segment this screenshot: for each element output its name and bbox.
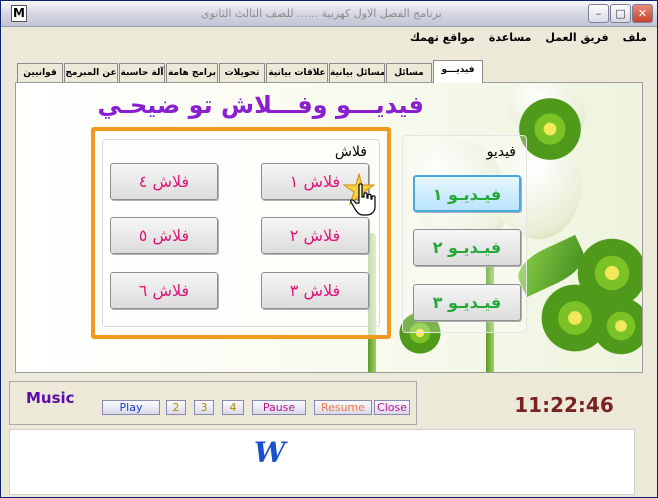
play-button[interactable]: Play (102, 400, 160, 415)
video-group-label: فيديو (486, 144, 516, 160)
music-label: Music (26, 389, 75, 407)
menu-file[interactable]: ملف (621, 29, 649, 47)
logo-w: W (254, 436, 286, 469)
tab-conversions[interactable]: تحويلات (219, 63, 265, 82)
maximize-button[interactable]: □ (610, 4, 631, 23)
flash-2-button[interactable]: فلاش ٢ (261, 217, 369, 254)
menu-bar: ملف فريق العمل مساعدة مواقع تهمك (5, 29, 655, 47)
tab-content-video: فيديـــو وفـــلاش تو ضيحـي فلاش فلاش ١ ف… (15, 82, 643, 373)
video-group: فيديو فيـديـو ١ فيـديـو ٢ فيـديـو ٣ (402, 135, 527, 333)
bottom-strip: W (9, 429, 635, 495)
close-music-button[interactable]: Close (374, 400, 410, 415)
flash-5-button[interactable]: فلاش ٥ (110, 217, 218, 254)
pause-button[interactable]: Pause (252, 400, 306, 415)
tab-laws[interactable]: قوانيين (17, 63, 63, 82)
flash-3-button[interactable]: فلاش ٣ (261, 272, 369, 309)
tab-strip: قوانيين عن المبرمج آلة حاسبة برامج هامة … (17, 60, 487, 83)
flash-group: فلاش فلاش ١ فلاش ٤ فلاش ٢ فلاش ٥ فلاش ٣ … (91, 127, 391, 339)
track-4-button[interactable]: 4 (222, 400, 244, 415)
flash-group-label: فلاش (334, 144, 367, 160)
minimize-button[interactable]: – (588, 4, 609, 23)
flash-6-button[interactable]: فلاش ٦ (110, 272, 218, 309)
tab-calculator[interactable]: آلة حاسبة (119, 63, 165, 82)
menu-sites[interactable]: مواقع تهمك (408, 29, 477, 47)
app-icon: M (11, 5, 27, 22)
resume-button[interactable]: Resume (314, 400, 372, 415)
tab-important-programs[interactable]: برامج هامة (166, 63, 218, 82)
tab-graph-problems[interactable]: مسائل بيانية (329, 63, 385, 82)
app-window: M برنامج الفصل الاول كهربية ...... للصف … (0, 0, 658, 498)
video-2-button[interactable]: فيـديـو ٢ (413, 229, 521, 266)
menu-team[interactable]: فريق العمل (543, 29, 610, 47)
tab-problems[interactable]: مسائل (386, 63, 432, 82)
tab-video[interactable]: فيديـــو (433, 60, 483, 83)
video-3-button[interactable]: فيـديـو ٣ (413, 284, 521, 321)
track-3-button[interactable]: 3 (194, 400, 214, 415)
video-1-button[interactable]: فيـديـو ١ (413, 175, 521, 212)
title-bar[interactable]: M برنامج الفصل الاول كهربية ...... للصف … (1, 1, 657, 27)
flash-4-button[interactable]: فلاش ٤ (110, 163, 218, 200)
track-2-button[interactable]: 2 (166, 400, 186, 415)
close-window-button[interactable]: ✕ (632, 4, 653, 23)
music-panel: Music Play 2 3 4 Pause Resume Close (9, 381, 417, 425)
clock: 11:22:46 (514, 393, 614, 417)
tab-about-programmer[interactable]: عن المبرمج (64, 63, 118, 82)
hand-cursor-icon (350, 183, 376, 216)
tab-graph-relations[interactable]: علاقات بيانية (266, 63, 328, 82)
page-title: فيديـــو وفـــلاش تو ضيحـي (97, 91, 424, 119)
menu-help[interactable]: مساعدة (487, 29, 534, 47)
window-title: برنامج الفصل الاول كهربية ...... للصف ال… (201, 7, 442, 20)
